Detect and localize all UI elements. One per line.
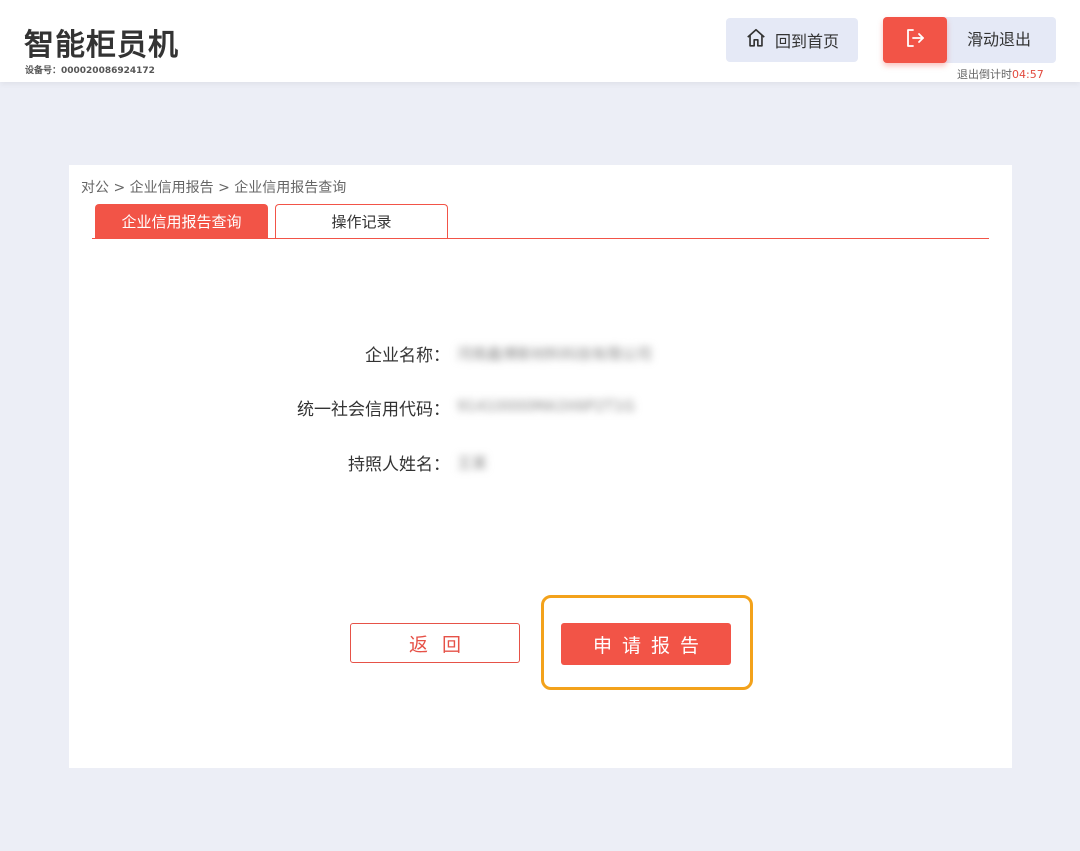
tab-operation-records[interactable]: 操作记录	[275, 204, 448, 238]
device-number: 设备号：000020086924172	[25, 66, 155, 76]
exit-icon	[903, 26, 927, 54]
top-bar: 智能柜员机 设备号：000020086924172 回到首页 滑动退出	[0, 0, 1080, 82]
slide-exit-track[interactable]: 滑动退出	[883, 17, 1056, 63]
credit-code-value: 91410000MA3X6P2T1G	[457, 397, 635, 415]
company-name-label: 企业名称：	[365, 346, 450, 366]
slide-exit-label: 滑动退出	[967, 30, 1032, 49]
company-name-value: 河南鑫博新材料科技有限公司	[457, 345, 653, 363]
apply-report-button[interactable]: 申请报告	[561, 623, 731, 665]
app-title: 智能柜员机	[24, 28, 179, 63]
countdown-prefix: 退出倒计时	[957, 68, 1012, 81]
tab-divider	[92, 238, 989, 239]
breadcrumb: 对公 > 企业信用报告 > 企业信用报告查询	[81, 180, 347, 196]
credit-code-label: 统一社会信用代码：	[297, 400, 450, 420]
home-icon	[745, 27, 767, 53]
countdown-time: 04:57	[1012, 68, 1044, 81]
main-card: 对公 > 企业信用报告 > 企业信用报告查询 企业信用报告查询 操作记录 企业名…	[69, 165, 1012, 768]
tab-credit-report-query[interactable]: 企业信用报告查询	[95, 204, 268, 238]
license-holder-label: 持照人姓名：	[348, 455, 450, 475]
home-button-label: 回到首页	[774, 32, 839, 51]
home-button[interactable]: 回到首页	[726, 18, 858, 62]
exit-countdown: 退出倒计时04:57	[957, 66, 1044, 82]
slide-exit-handle[interactable]	[883, 17, 947, 63]
back-button[interactable]: 返回	[350, 623, 520, 663]
license-holder-value: 王某	[457, 454, 488, 472]
